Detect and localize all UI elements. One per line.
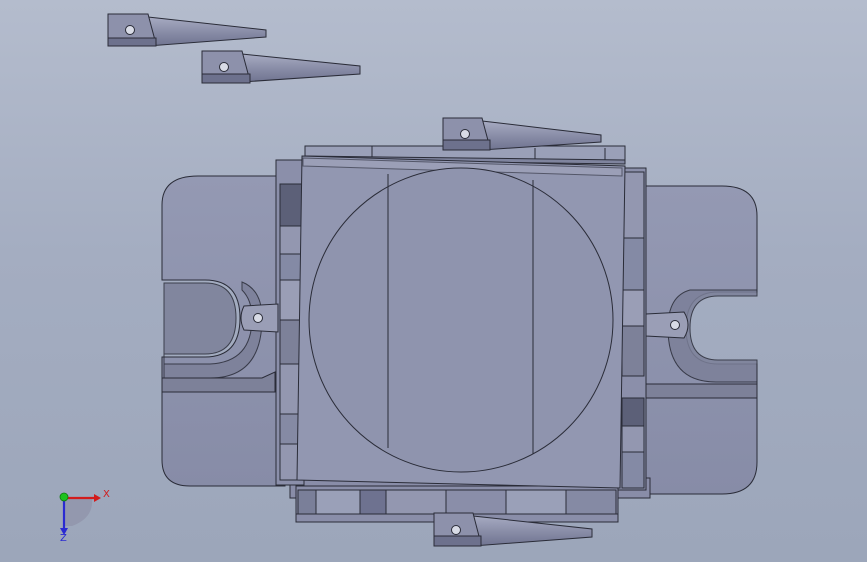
circular-pocket [308, 167, 614, 473]
y-axis-dot [59, 492, 69, 502]
wedge-clamp-top-left [107, 13, 267, 47]
wedge-clamp-top-center [442, 117, 602, 151]
orientation-triad[interactable]: X Z [59, 489, 110, 544]
left-pin [240, 303, 279, 333]
right-lower-ledge [644, 383, 758, 399]
z-axis-label: Z [60, 533, 67, 544]
clamp-hole [219, 62, 229, 72]
main-block [296, 155, 626, 489]
right-pin [645, 311, 689, 339]
base-plate-right-wing [639, 185, 758, 495]
clamp-hole [460, 129, 470, 139]
cad-viewport[interactable]: X Z [0, 0, 867, 562]
right-pin-hole [670, 320, 680, 330]
left-pin-hole [253, 313, 263, 323]
x-axis-label: X [103, 489, 110, 500]
clamp-hole [125, 25, 135, 35]
triad-plane-shade [64, 498, 93, 526]
wedge-clamp-middle-left [201, 50, 361, 84]
clamp-hole [451, 525, 461, 535]
x-axis-arrow [94, 494, 101, 502]
